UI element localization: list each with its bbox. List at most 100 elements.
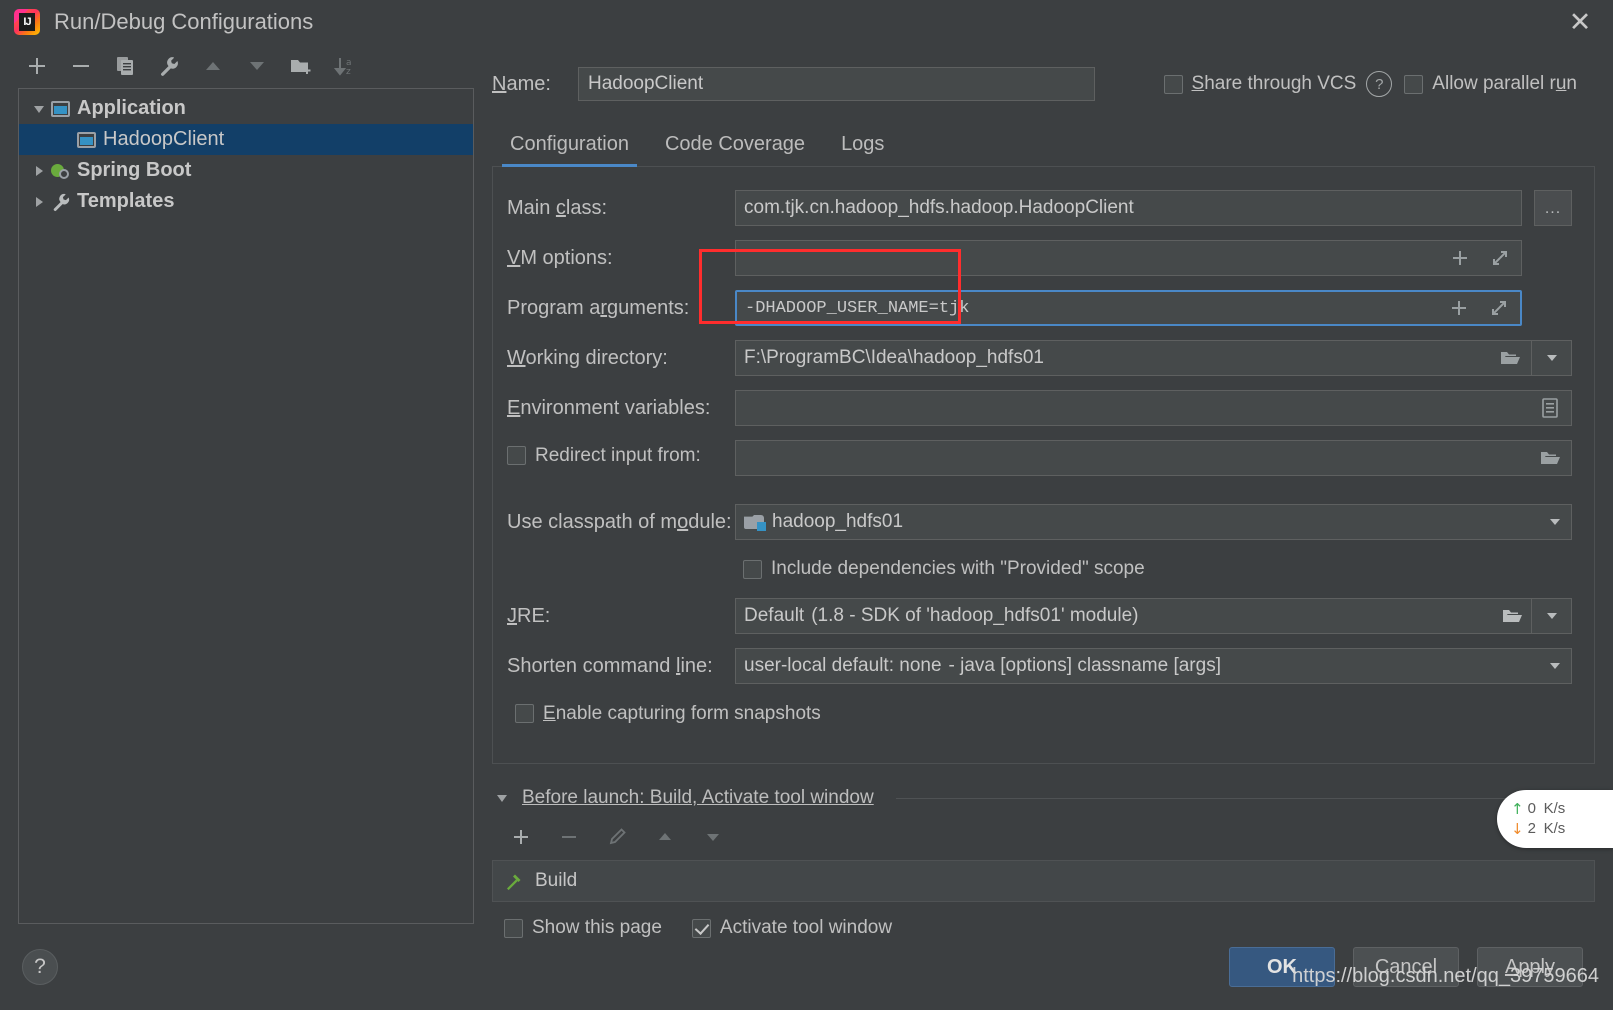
tab-configuration[interactable]: Configuration (492, 133, 647, 167)
remove-configuration-button[interactable] (66, 51, 96, 81)
editor-tabs[interactable]: Configuration Code Coverage Logs (492, 122, 1595, 167)
plus-icon[interactable] (1446, 295, 1472, 321)
use-classpath-row: Use classpath of module: hadoop_hdfs01 (507, 497, 1572, 547)
environment-variables-input[interactable] (735, 390, 1572, 426)
checkbox-box (507, 446, 526, 466)
vm-options-input[interactable] (735, 240, 1522, 276)
configurations-tree[interactable]: Application HadoopClient Spring Boot Tem… (18, 88, 474, 924)
tab-logs[interactable]: Logs (823, 133, 902, 166)
add-task-button[interactable] (506, 822, 536, 852)
working-directory-icons (1487, 345, 1523, 371)
jre-control: Default (1.8 - SDK of 'hadoop_hdfs01' mo… (735, 598, 1572, 634)
new-folder-button[interactable] (286, 51, 316, 81)
hammer-icon (503, 870, 525, 892)
tab-code-coverage[interactable]: Code Coverage (647, 133, 823, 166)
plus-icon[interactable] (1447, 245, 1473, 271)
move-up-button[interactable] (198, 51, 228, 81)
tree-item-spring-boot[interactable]: Spring Boot (19, 155, 473, 186)
tree-item-label: Application (77, 97, 186, 119)
enable-snapshots-label: Enable capturing form snapshots (543, 702, 821, 724)
edit-templates-wrench-icon[interactable] (154, 51, 184, 81)
module-icon (744, 512, 772, 532)
include-provided-label: Include dependencies with "Provided" sco… (771, 558, 1145, 579)
redirect-input-icons (1527, 445, 1563, 471)
network-speed-widget[interactable]: ↑ 0 K/s ↓ 2 K/s (1497, 790, 1613, 848)
before-launch-task-list[interactable]: Build (492, 860, 1595, 902)
move-task-up-button[interactable] (650, 822, 680, 852)
working-directory-dropdown-chevron-down-icon[interactable] (1532, 340, 1572, 376)
title-bar: Run/Debug Configurations ✕ (0, 0, 1613, 44)
move-task-down-button[interactable] (698, 822, 728, 852)
jre-combobox[interactable]: Default (1.8 - SDK of 'hadoop_hdfs01' mo… (735, 598, 1532, 634)
include-provided-checkbox[interactable]: Include dependencies with "Provided" sco… (743, 558, 1145, 580)
folder-open-icon[interactable] (1497, 345, 1523, 371)
env-list-icon[interactable] (1537, 395, 1563, 421)
move-down-button[interactable] (242, 51, 272, 81)
jre-dropdown-chevron-down-icon[interactable] (1532, 598, 1572, 634)
wrench-icon (51, 192, 77, 212)
enable-snapshots-row: Enable capturing form snapshots (507, 691, 1572, 741)
environment-variables-label: Environment variables: (507, 396, 711, 419)
redirect-input-checkbox[interactable]: Redirect input from: (507, 445, 701, 467)
dialog-bottom-bar: ? OK Cancel Apply (0, 924, 1613, 1010)
allow-parallel-run-checkbox[interactable]: Allow parallel run (1404, 73, 1577, 95)
use-classpath-combobox[interactable]: hadoop_hdfs01 (735, 504, 1572, 540)
vm-options-row: VM options: (507, 233, 1572, 283)
close-icon[interactable]: ✕ (1559, 5, 1601, 39)
copy-configuration-button[interactable] (110, 51, 140, 81)
cancel-button[interactable]: Cancel (1353, 947, 1459, 987)
configurations-toolbar: a z (0, 44, 474, 88)
main-class-input[interactable]: com.tjk.cn.hadoop_hdfs.hadoop.HadoopClie… (735, 190, 1522, 226)
add-configuration-button[interactable] (22, 51, 52, 81)
chevron-right-icon[interactable] (27, 160, 51, 182)
name-input[interactable] (578, 67, 1095, 101)
folder-open-icon[interactable] (1537, 445, 1563, 471)
application-icon (51, 99, 77, 119)
program-arguments-row: Program arguments: -DHADOOP_USER_NAME=tj… (507, 283, 1572, 333)
before-launch-divider (895, 797, 1595, 799)
program-arguments-input[interactable]: -DHADOOP_USER_NAME=tjk (735, 290, 1522, 326)
chevron-down-icon[interactable] (1537, 658, 1563, 674)
chevron-down-icon[interactable] (27, 98, 51, 120)
redirect-input-row: Redirect input from: (507, 433, 1572, 483)
intellij-idea-logo-icon (14, 9, 40, 35)
apply-button[interactable]: Apply (1477, 947, 1583, 987)
expand-diagonal-icon[interactable] (1487, 245, 1513, 271)
before-launch-header[interactable]: Before launch: Build, Activate tool wind… (492, 782, 1595, 814)
remove-task-button[interactable] (554, 822, 584, 852)
tree-item-application[interactable]: Application (19, 93, 473, 124)
help-question-mark-icon[interactable]: ? (22, 949, 58, 985)
chevron-right-icon[interactable] (27, 191, 51, 213)
program-arguments-control: -DHADOOP_USER_NAME=tjk (735, 290, 1572, 326)
expand-diagonal-icon[interactable] (1486, 295, 1512, 321)
main-class-row: Main class: com.tjk.cn.hadoop_hdfs.hadoo… (507, 183, 1572, 233)
working-directory-row: Working directory: F:\ProgramBC\Idea\had… (507, 333, 1572, 383)
main-class-browse-ellipsis-icon[interactable]: ... (1534, 190, 1572, 226)
enable-snapshots-checkbox[interactable]: Enable capturing form snapshots (515, 703, 821, 725)
shorten-command-line-combobox[interactable]: user-local default: none - java [options… (735, 648, 1572, 684)
vm-options-label: VM options: (507, 246, 613, 269)
upload-speed-row: ↑ 0 K/s (1511, 799, 1613, 819)
edit-task-pencil-icon[interactable] (602, 822, 632, 852)
configurations-panel: a z Application HadoopClient Spring Boot… (0, 44, 474, 924)
dialog-content: a z Application HadoopClient Spring Boot… (0, 44, 1613, 938)
redirect-input-field[interactable] (735, 440, 1572, 476)
name-row: Name: Share through VCS ? Allow parallel… (492, 44, 1595, 114)
working-directory-input[interactable]: F:\ProgramBC\Idea\hadoop_hdfs01 (735, 340, 1532, 376)
working-directory-value: F:\ProgramBC\Idea\hadoop_hdfs01 (744, 347, 1044, 368)
share-through-vcs-checkbox[interactable]: Share through VCS (1163, 73, 1356, 95)
use-classpath-value: hadoop_hdfs01 (772, 511, 904, 532)
triangle-down-icon[interactable] (492, 787, 512, 809)
sort-alpha-icon[interactable]: a z (330, 51, 360, 81)
folder-open-icon[interactable] (1491, 606, 1523, 626)
checkbox-box (504, 918, 523, 938)
question-mark-icon[interactable]: ? (1366, 71, 1393, 97)
chevron-down-icon[interactable] (1537, 514, 1563, 530)
shorten-command-line-value: user-local default: none (744, 655, 942, 676)
ok-button[interactable]: OK (1229, 947, 1335, 987)
tree-item-hadoopclient[interactable]: HadoopClient (19, 124, 473, 155)
tree-item-templates[interactable]: Templates (19, 186, 473, 217)
download-speed-unit: K/s (1543, 820, 1566, 837)
tree-item-label: HadoopClient (103, 128, 225, 150)
jre-row: JRE: Default (1.8 - SDK of 'hadoop_hdfs0… (507, 591, 1572, 641)
